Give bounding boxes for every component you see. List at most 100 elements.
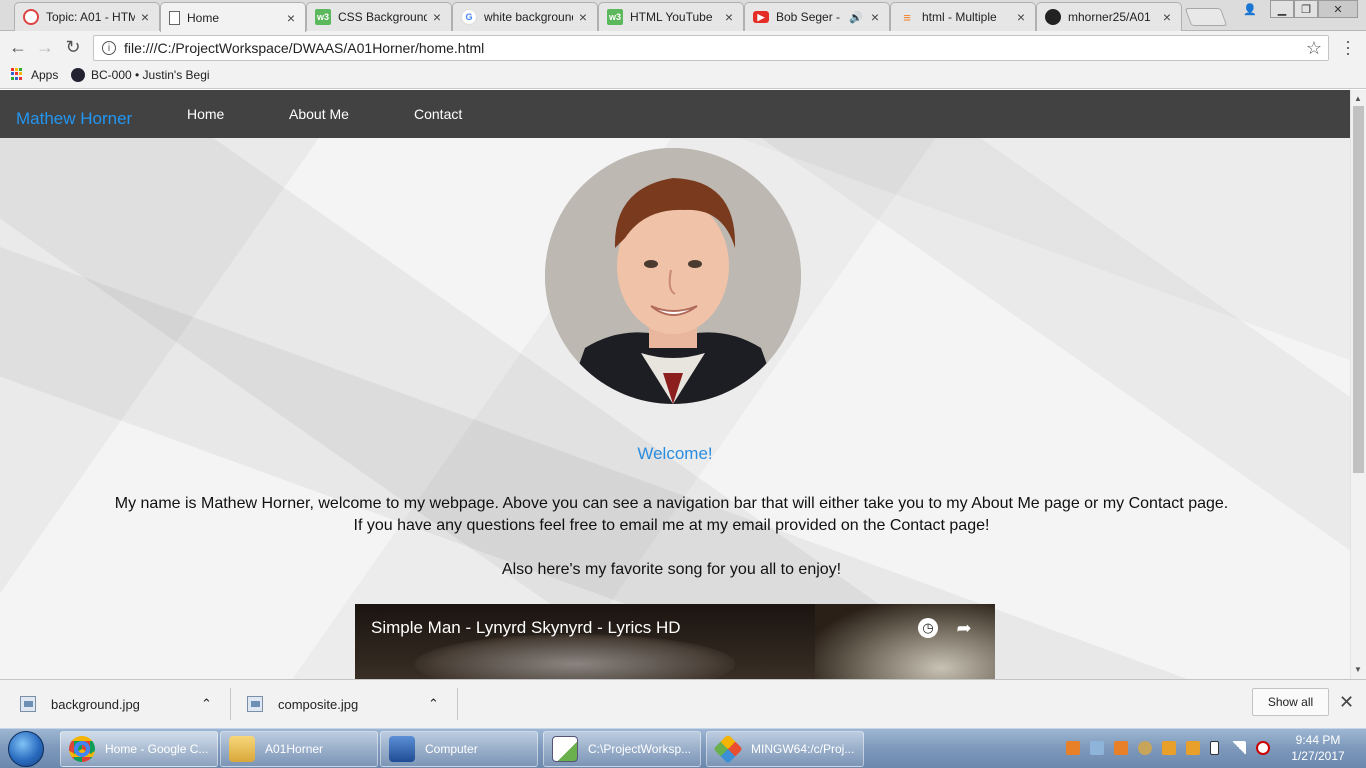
youtube-icon: ▶ (753, 11, 769, 23)
video-title[interactable]: Simple Man - Lynyrd Skynyrd - Lyrics HD (371, 618, 681, 638)
computer-icon (389, 736, 415, 762)
network-signal-icon[interactable] (1232, 741, 1246, 755)
taskbar-notepad[interactable]: C:\ProjectWorksp... (543, 731, 701, 767)
close-tab-icon[interactable]: × (723, 9, 735, 25)
chevron-up-icon[interactable]: ⌃ (428, 680, 439, 728)
bookmark-bc-000[interactable]: BC-000 • Justin's Begi (91, 68, 209, 82)
tab-title: html - Multiple (922, 10, 997, 24)
maximize-button[interactable]: ❐ (1294, 0, 1318, 18)
bookmark-star-icon[interactable]: ☆ (1306, 38, 1322, 59)
battery-icon[interactable] (1210, 741, 1219, 755)
portrait-illustration (545, 148, 801, 404)
intro-line-1: My name is Mathew Horner, welcome to my … (114, 495, 1229, 512)
tab-topic-a01[interactable]: Topic: A01 - HTML × (14, 2, 160, 31)
system-clock[interactable]: 9:44 PM 1/27/2017 (1283, 732, 1353, 764)
tab-title: Topic: A01 - HTML (46, 10, 135, 24)
close-tab-icon[interactable]: × (577, 9, 589, 25)
volume-muted-icon[interactable] (1256, 741, 1270, 755)
tab-title: mhorner25/A01 (1068, 10, 1151, 24)
clock-time: 9:44 PM (1295, 733, 1341, 747)
intro-line-2: If you have any questions feel free to e… (353, 517, 990, 534)
tab-home[interactable]: Home × (160, 2, 306, 32)
taskbar-label: MINGW64:/c/Proj... (751, 742, 855, 756)
page-icon (169, 10, 180, 25)
page-scrollbar[interactable]: ▲ ▼ (1350, 90, 1366, 679)
new-tab-button[interactable] (1184, 8, 1228, 26)
scrollbar-thumb[interactable] (1353, 106, 1364, 473)
tray-app-icon[interactable] (1090, 741, 1104, 755)
taskbar-folder[interactable]: A01Horner (220, 731, 378, 767)
stackoverflow-icon: ≡ (903, 9, 911, 25)
tab-html-multiple[interactable]: ≡ html - Multiple × (890, 2, 1036, 31)
download-item-composite[interactable]: composite.jpg (247, 680, 358, 728)
forward-button[interactable]: → (35, 37, 55, 57)
tab-title: Home (187, 10, 220, 25)
tab-title: white background (484, 10, 573, 24)
close-tab-icon[interactable]: × (1161, 9, 1173, 25)
close-tab-icon[interactable]: × (431, 9, 443, 25)
chrome-menu-icon[interactable]: · · · (1342, 32, 1354, 62)
download-filename: background.jpg (51, 696, 140, 712)
tab-bob-seger[interactable]: ▶ Bob Seger - 🔊 × (744, 2, 890, 31)
tab-white-background[interactable]: G white background × (452, 2, 598, 31)
audio-playing-icon: 🔊 (849, 11, 863, 24)
reload-button[interactable]: ↻ (63, 37, 83, 57)
close-tab-icon[interactable]: × (869, 9, 881, 25)
taskbar-label: A01Horner (265, 742, 324, 756)
close-tab-icon[interactable]: × (285, 10, 297, 26)
info-icon[interactable]: i (102, 41, 116, 55)
watch-later-icon[interactable]: ◷ (918, 618, 938, 638)
song-line: Also here's my favorite song for you all… (501, 561, 842, 578)
image-file-icon (247, 696, 263, 712)
brand-link[interactable]: Mathew Horner (16, 109, 132, 129)
close-downloads-icon[interactable]: ✕ (1339, 692, 1354, 713)
windows-taskbar: Home - Google C... A01Horner Computer C:… (0, 728, 1366, 768)
page-viewport: Mathew Horner Home About Me Contact Welc… (0, 90, 1350, 679)
tab-title: HTML YouTube (630, 10, 713, 24)
start-button[interactable] (8, 731, 44, 767)
minimize-button[interactable]: ▁ (1270, 0, 1294, 18)
tray-app-icon[interactable] (1066, 741, 1080, 755)
github-icon (1045, 9, 1061, 25)
show-all-downloads-button[interactable]: Show all (1252, 688, 1329, 716)
share-icon[interactable]: ➦ (954, 618, 974, 638)
tab-github[interactable]: mhorner25/A01 × (1036, 2, 1182, 31)
profile-photo (545, 148, 801, 404)
tab-html-youtube[interactable]: w3 HTML YouTube × (598, 2, 744, 31)
notepad-icon (552, 736, 578, 762)
nav-about-me[interactable]: About Me (289, 106, 349, 122)
divider (457, 688, 458, 720)
chevron-up-icon[interactable]: ⌃ (201, 680, 212, 728)
clock-date: 1/27/2017 (1291, 749, 1345, 763)
taskbar-label: Computer (425, 742, 478, 756)
downloads-bar: background.jpg ⌃ composite.jpg ⌃ (0, 679, 1366, 728)
download-filename: composite.jpg (278, 696, 359, 712)
close-tab-icon[interactable]: × (139, 9, 151, 25)
tab-title: Bob Seger - (776, 10, 841, 24)
taskbar-git-bash[interactable]: MINGW64:/c/Proj... (706, 731, 864, 767)
google-icon: G (461, 9, 477, 25)
taskbar-chrome[interactable]: Home - Google C... (60, 731, 218, 767)
tray-app-icon[interactable] (1138, 741, 1152, 755)
w3schools-icon: w3 (607, 9, 623, 25)
tray-app-icon[interactable] (1114, 741, 1128, 755)
scroll-down-icon[interactable]: ▼ (1354, 665, 1362, 674)
profile-icon[interactable]: 👤 (1238, 0, 1262, 18)
back-button[interactable]: ← (8, 37, 28, 57)
nav-contact[interactable]: Contact (414, 106, 462, 122)
close-tab-icon[interactable]: × (1015, 9, 1027, 25)
nav-home[interactable]: Home (187, 106, 224, 122)
close-window-button[interactable]: ✕ (1318, 0, 1358, 18)
tray-app-icon[interactable] (1162, 741, 1176, 755)
address-url: file:///C:/ProjectWorkspace/DWAAS/A01Hor… (124, 40, 485, 56)
git-icon (713, 734, 743, 764)
bookmark-apps[interactable]: Apps (31, 68, 58, 82)
scroll-up-icon[interactable]: ▲ (1354, 94, 1362, 103)
tab-css-background[interactable]: w3 CSS Background × (306, 2, 452, 31)
youtube-video-embed[interactable]: Simple Man - Lynyrd Skynyrd - Lyrics HD … (355, 604, 995, 679)
video-thumbnail-sky (415, 634, 735, 679)
taskbar-computer[interactable]: Computer (380, 731, 538, 767)
address-bar[interactable]: i file:///C:/ProjectWorkspace/DWAAS/A01H… (93, 35, 1329, 61)
tray-app-icon[interactable] (1186, 741, 1200, 755)
download-item-background[interactable]: background.jpg (20, 680, 140, 728)
